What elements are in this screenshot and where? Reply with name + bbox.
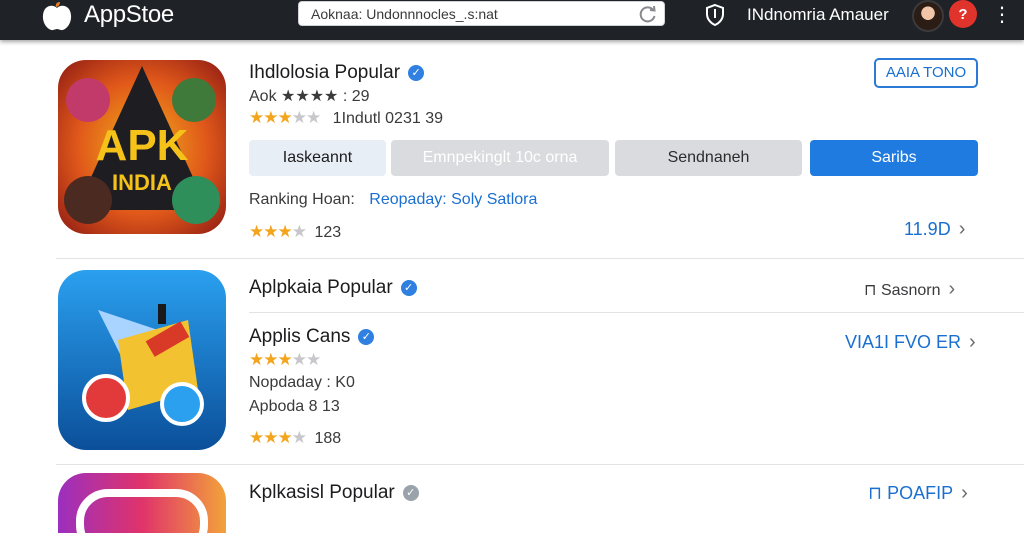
- price-text-1[interactable]: 11.9D: [904, 219, 951, 239]
- svg-text:INDIA: INDIA: [112, 170, 172, 195]
- tab-3[interactable]: Sendnaneh: [615, 140, 802, 176]
- app-icon-1[interactable]: APK INDIA: [58, 60, 226, 234]
- star-rating-icon: ★★★★★: [249, 350, 321, 369]
- action-link-text-2[interactable]: VIA1I FVO ER: [845, 332, 961, 352]
- apple-logo-icon[interactable]: [40, 2, 74, 32]
- action-link-2[interactable]: VIA1I FVO ER ›: [845, 331, 976, 354]
- action-link-text-3[interactable]: POAFIP: [887, 483, 953, 503]
- app-name-1[interactable]: Ihdlolosia Popular ✓: [249, 62, 425, 84]
- shield-icon[interactable]: [703, 3, 727, 27]
- more-options-icon[interactable]: ⋮: [992, 4, 1012, 26]
- row-divider: [249, 312, 1024, 313]
- price-1[interactable]: 11.9D ›: [904, 218, 965, 241]
- star-rating-icon: ★★★★: [249, 428, 307, 447]
- device-icon: ⊓: [864, 282, 877, 299]
- reload-icon[interactable]: [638, 4, 658, 24]
- app-subtitle-text-2[interactable]: Applis Cans: [249, 326, 350, 347]
- app-name-text-1[interactable]: Ihdlolosia Popular: [249, 62, 400, 83]
- avatar[interactable]: [912, 0, 944, 32]
- app-name-3[interactable]: Kplkasisl Popular ✓: [249, 482, 419, 504]
- row-divider: [56, 464, 1024, 465]
- chevron-right-icon[interactable]: ›: [969, 331, 976, 353]
- rating-text-1: Aok ★★★★ : 29: [249, 88, 370, 105]
- app-title: AppStoe: [84, 1, 174, 28]
- url-text[interactable]: Aoknaa: Undonnnocles_.s:nat: [311, 6, 498, 22]
- star-rating-icon: ★★★★: [249, 222, 307, 241]
- verified-icon: ✓: [402, 485, 419, 501]
- tab-1[interactable]: Iaskeannt: [249, 140, 386, 176]
- app-icon-3[interactable]: [58, 473, 226, 533]
- app-subtitle-2[interactable]: Applis Cans ✓: [249, 326, 375, 348]
- info-line-2b: Apboda 8 13: [249, 398, 340, 416]
- side-info-2[interactable]: ⊓ Sasnorn ›: [864, 278, 955, 301]
- stars-row-text-1: 1Indutl 0231 39: [332, 110, 443, 127]
- chevron-right-icon[interactable]: ›: [949, 278, 956, 300]
- bag-icon: ⊓: [868, 483, 883, 503]
- verified-icon: ✓: [400, 280, 417, 296]
- address-bar[interactable]: Aoknaa: Undonnnocles_.s:nat: [298, 1, 665, 26]
- app-artwork-2: [58, 270, 226, 450]
- chevron-right-icon[interactable]: ›: [959, 218, 966, 240]
- row-divider: [56, 258, 1024, 259]
- action-button-1[interactable]: AAIA TONO: [874, 58, 978, 88]
- app-artwork-3: [58, 473, 226, 533]
- chevron-right-icon[interactable]: ›: [961, 482, 968, 504]
- app-name-text-3[interactable]: Kplkasisl Popular: [249, 482, 395, 503]
- ranking-label: Ranking Hoan:: [249, 191, 355, 208]
- review-count-1: 123: [314, 224, 342, 241]
- review-count-2: 188: [314, 430, 342, 447]
- notification-badge[interactable]: ?: [949, 0, 977, 28]
- stars-line-1: ★★★★★ 1Indutl 0231 39: [249, 108, 443, 128]
- info-text-2a: Nopdaday : K0: [249, 374, 355, 391]
- tab-4[interactable]: Saribs: [810, 140, 978, 176]
- info-line-2a: Nopdaday : K0: [249, 374, 355, 392]
- verified-icon: ✓: [358, 329, 375, 345]
- app-artwork-1: APK INDIA: [58, 60, 226, 234]
- reviews-line-1: ★★★★ 123: [249, 222, 341, 242]
- reviews-line-2: ★★★★ 188: [249, 428, 341, 448]
- svg-text:APK: APK: [96, 121, 189, 170]
- username[interactable]: INdnomria Amauer: [747, 5, 889, 25]
- app-name-2[interactable]: Aplpkaia Popular ✓: [249, 277, 417, 299]
- app-name-text-2[interactable]: Aplpkaia Popular: [249, 277, 393, 298]
- star-rating-icon: ★★★★★: [249, 108, 321, 127]
- top-bar: AppStoe Aoknaa: Undonnnocles_.s:nat INdn…: [0, 0, 1024, 40]
- side-text-2[interactable]: Sasnorn: [881, 282, 941, 299]
- info-text-2b: Apboda 8 13: [249, 398, 340, 415]
- rating-line-1: Aok ★★★★ : 29: [249, 86, 370, 106]
- verified-icon: ✓: [408, 65, 425, 81]
- stars-line-2: ★★★★★: [249, 350, 321, 370]
- ranking-line: Ranking Hoan: Reopaday: Soly Satlora: [249, 191, 537, 209]
- app-icon-2[interactable]: [58, 270, 226, 450]
- action-link-3[interactable]: ⊓ POAFIP ›: [868, 482, 968, 505]
- tab-2[interactable]: Emnpekinglt 10c orna: [391, 140, 609, 176]
- ranking-value-link[interactable]: Reopaday: Soly Satlora: [369, 191, 537, 208]
